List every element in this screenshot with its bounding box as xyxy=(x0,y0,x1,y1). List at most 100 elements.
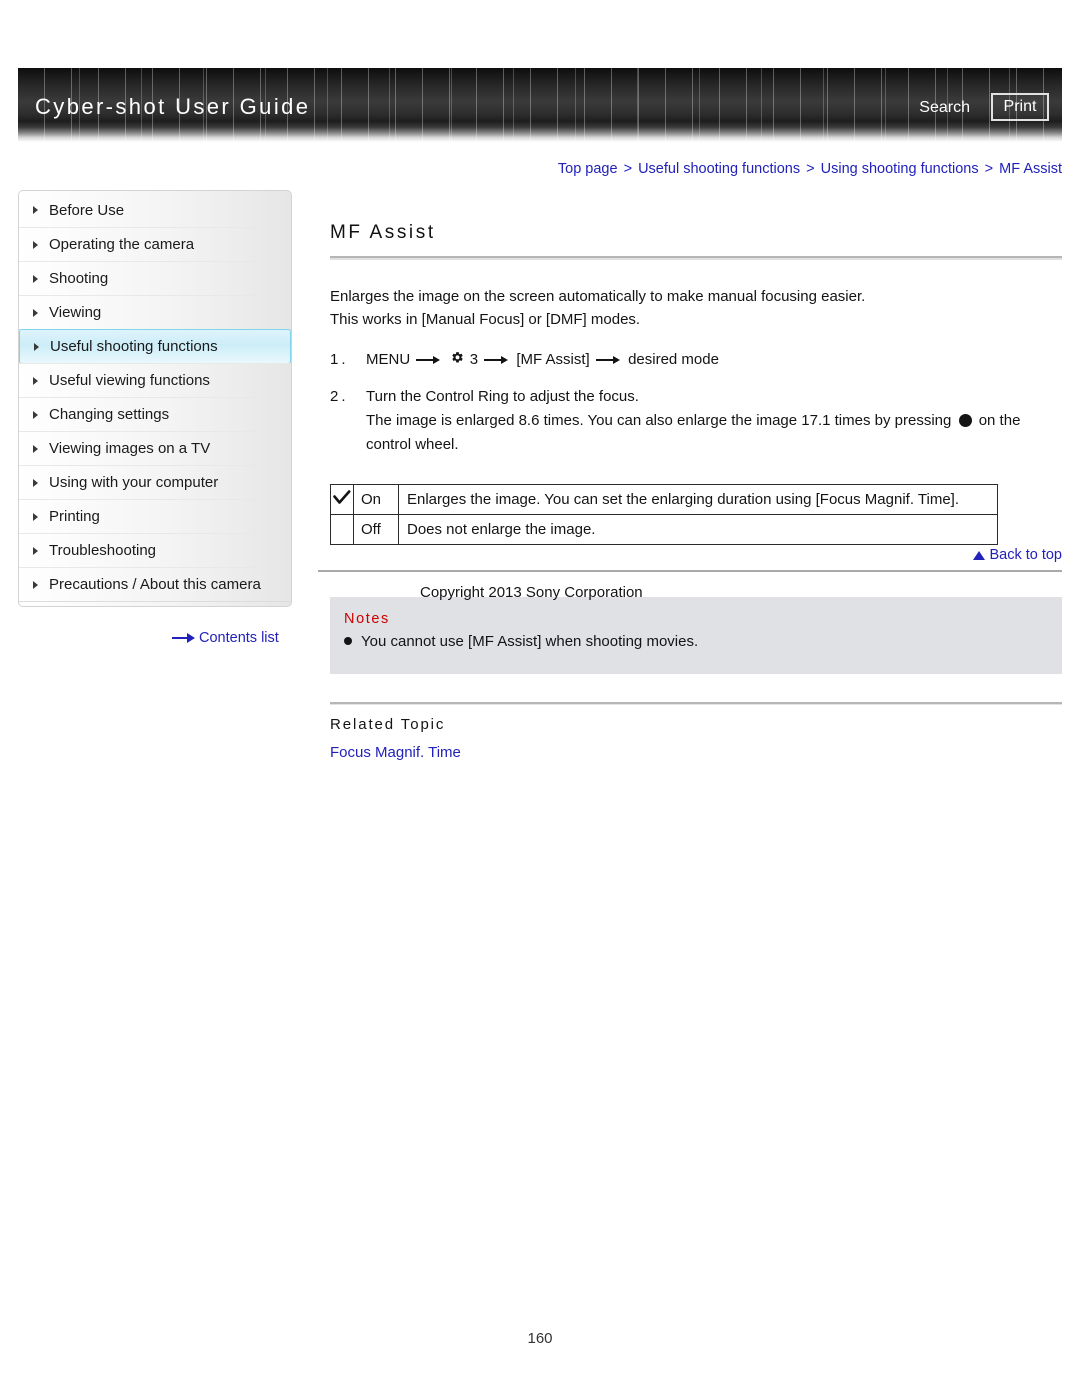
sidebar-item-changing-settings[interactable]: Changing settings xyxy=(19,397,291,432)
step-line-1: Turn the Control Ring to adjust the focu… xyxy=(366,388,639,405)
arrow-right-icon xyxy=(172,633,196,643)
table-cell-option-name: Off xyxy=(353,514,399,545)
sidebar-item-printing[interactable]: Printing xyxy=(19,499,291,534)
sidebar-nav: Before Use Operating the camera Shooting… xyxy=(18,190,292,607)
table-row: Off Does not enlarge the image. xyxy=(330,514,998,545)
sidebar-item-label: Using with your computer xyxy=(49,474,219,491)
gear-icon xyxy=(450,351,465,366)
triangle-right-icon xyxy=(33,274,38,283)
arrow-right-icon xyxy=(416,354,442,366)
sidebar-item-label: Troubleshooting xyxy=(49,542,157,559)
table-cell-checkmark xyxy=(330,514,354,545)
table-cell-option-name: On xyxy=(353,484,399,515)
sidebar-item-label: Before Use xyxy=(49,201,125,219)
sidebar-item-label: Printing xyxy=(49,508,100,525)
table-cell-description: Does not enlarge the image. xyxy=(398,514,998,545)
sidebar-item-label: Operating the camera xyxy=(49,236,195,253)
center-button-icon xyxy=(958,414,972,427)
breadcrumb-item-top-page[interactable]: Top page xyxy=(558,161,618,177)
step-target: desired mode xyxy=(628,351,719,368)
step-line-2b: on the xyxy=(978,412,1021,429)
breadcrumb-separator: > xyxy=(806,161,815,177)
triangle-right-icon xyxy=(33,444,38,453)
sidebar-item-shooting[interactable]: Shooting xyxy=(19,261,291,296)
sidebar-item-label: Viewing images on a TV xyxy=(49,440,211,457)
breadcrumb: Top page > Useful shooting functions > U… xyxy=(558,161,1062,177)
step-1: 1. MENU 3 [MF Assist] desired mode xyxy=(330,348,1062,372)
page-title: MF Assist xyxy=(330,222,436,243)
footer-divider xyxy=(318,570,1062,572)
sidebar-item-troubleshooting[interactable]: Troubleshooting xyxy=(19,533,291,568)
triangle-right-icon xyxy=(33,206,38,214)
breadcrumb-separator: > xyxy=(984,161,994,177)
sidebar-item-before-use[interactable]: Before Use xyxy=(19,193,291,228)
app-title: Cyber-shot User Guide xyxy=(35,94,311,119)
option-table: On Enlarges the image. You can set the e… xyxy=(330,484,998,545)
table-cell-checkmark xyxy=(330,484,354,515)
table-cell-description: Enlarges the image. You can set the enla… xyxy=(398,484,998,515)
arrow-right-icon xyxy=(595,354,622,366)
breadcrumb-separator: > xyxy=(623,161,633,177)
triangle-right-icon xyxy=(33,410,38,419)
sidebar-item-label: Useful shooting functions xyxy=(50,338,218,355)
triangle-right-icon xyxy=(33,580,38,589)
triangle-right-icon xyxy=(33,512,38,521)
breadcrumb-item-mf-assist: MF Assist xyxy=(999,161,1062,177)
step-line-3: control wheel. xyxy=(366,436,459,453)
contents-list-label: Contents list xyxy=(199,630,279,646)
title-divider xyxy=(330,256,1062,260)
intro-line-2: This works in [Manual Focus] or [DMF] mo… xyxy=(330,311,641,328)
page-number: 160 xyxy=(527,1330,553,1347)
sidebar-item-useful-shooting-functions[interactable]: Useful shooting functions xyxy=(19,329,291,364)
main-content: MF Assist Enlarges the image on the scre… xyxy=(318,222,1062,762)
sidebar-item-viewing[interactable]: Viewing xyxy=(19,295,291,330)
intro-text: Enlarges the image on the screen automat… xyxy=(330,285,1062,331)
sidebar-item-label: Useful viewing functions xyxy=(49,372,210,389)
print-button[interactable]: Print xyxy=(991,93,1049,121)
step-menu-page-number: 3 xyxy=(469,351,479,368)
contents-list-link[interactable]: Contents list xyxy=(172,630,279,646)
back-to-top-label: Back to top xyxy=(989,547,1062,563)
table-row: On Enlarges the image. You can set the e… xyxy=(330,484,998,515)
triangle-right-icon xyxy=(33,308,38,317)
back-to-top-link[interactable]: Back to top xyxy=(973,547,1062,563)
sidebar-item-label: Precautions / About this camera xyxy=(49,576,261,593)
breadcrumb-item-useful-shooting-functions[interactable]: Useful shooting functions xyxy=(638,161,800,177)
triangle-right-icon xyxy=(34,342,39,351)
sidebar-item-label: Shooting xyxy=(49,270,109,287)
sidebar-item-precautions-about-this-camera[interactable]: Precautions / About this camera xyxy=(19,567,291,602)
app-header: Cyber-shot User Guide Search Print xyxy=(18,68,1062,142)
breadcrumb-item-using-shooting-functions[interactable]: Using shooting functions xyxy=(821,161,979,177)
step-line-2a: The image is enlarged 8.6 times. You can… xyxy=(366,412,952,429)
bullet-icon xyxy=(344,637,352,645)
notes-title: Notes xyxy=(344,611,390,627)
step-setting-name: [MF Assist] xyxy=(516,351,590,368)
sidebar-item-label: Changing settings xyxy=(49,406,170,423)
intro-line-1: Enlarges the image on the screen automat… xyxy=(330,288,866,305)
sidebar-item-useful-viewing-functions[interactable]: Useful viewing functions xyxy=(19,363,291,398)
search-button[interactable]: Search xyxy=(919,99,970,117)
procedure-steps: 1. MENU 3 [MF Assist] desired mode 2. Tu… xyxy=(330,348,1062,457)
step-number: 1. xyxy=(330,351,349,368)
note-item: You cannot use [MF Assist] when shooting… xyxy=(344,633,1062,650)
sidebar-item-operating-the-camera[interactable]: Operating the camera xyxy=(19,227,291,262)
related-topic-title: Related Topic xyxy=(330,716,446,733)
sidebar-item-viewing-images-on-a-tv[interactable]: Viewing images on a TV xyxy=(19,431,291,466)
step-number: 2. xyxy=(330,388,349,405)
triangle-up-icon xyxy=(973,550,986,560)
triangle-right-icon xyxy=(33,240,38,249)
arrow-right-icon xyxy=(484,354,510,366)
sidebar-item-using-with-your-computer[interactable]: Using with your computer xyxy=(19,465,291,500)
triangle-right-icon xyxy=(33,546,38,555)
copyright-text: Copyright 2013 Sony Corporation xyxy=(420,584,643,601)
triangle-right-icon xyxy=(33,376,38,385)
checkmark-icon xyxy=(333,489,351,506)
note-text: You cannot use [MF Assist] when shooting… xyxy=(361,633,699,650)
related-topic-divider xyxy=(330,702,1062,705)
notes-box: Notes You cannot use [MF Assist] when sh… xyxy=(330,597,1062,674)
triangle-right-icon xyxy=(33,478,38,487)
sidebar-item-label: Viewing xyxy=(49,304,102,321)
step-2: 2. Turn the Control Ring to adjust the f… xyxy=(330,385,1062,457)
step-menu-label: MENU xyxy=(366,351,411,368)
related-topic-link-focus-magnif-time[interactable]: Focus Magnif. Time xyxy=(330,744,461,761)
